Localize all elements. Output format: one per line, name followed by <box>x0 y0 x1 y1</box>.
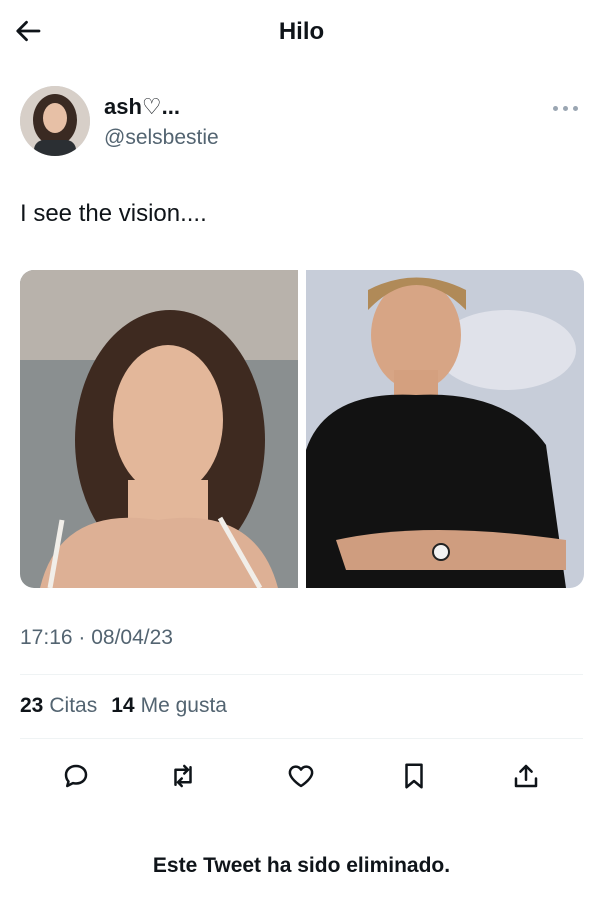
tweet-timestamp: 17:16 · 08/04/23 <box>20 626 173 649</box>
more-options-icon[interactable] <box>551 100 581 116</box>
quotes-count-value: 23 <box>20 694 44 717</box>
like-button[interactable] <box>281 756 321 796</box>
reply-button[interactable] <box>56 756 96 796</box>
tweet-media[interactable] <box>20 270 584 588</box>
tweet-actions <box>0 752 603 798</box>
quotes-count[interactable]: 23 Citas <box>20 694 97 718</box>
author-handle[interactable]: @selsbestie <box>104 126 219 150</box>
retweet-icon <box>174 764 192 788</box>
share-button[interactable] <box>506 756 546 796</box>
page-title: Hilo <box>278 18 325 45</box>
avatar[interactable] <box>20 86 90 156</box>
divider <box>20 738 583 739</box>
tweet-stats: 23 Citas 14 Me gusta <box>20 694 241 718</box>
bookmark-button[interactable] <box>394 756 434 796</box>
media-image-2[interactable] <box>306 270 584 588</box>
divider <box>20 674 583 675</box>
media-image-1[interactable] <box>20 270 298 588</box>
tweet-author: ash♡... @selsbestie <box>20 86 583 160</box>
author-display-name[interactable]: ash♡... <box>104 94 180 120</box>
reply-icon <box>64 764 88 788</box>
retweet-button[interactable] <box>163 756 203 796</box>
likes-count-label: Me gusta <box>140 694 227 717</box>
bookmark-icon <box>405 763 423 789</box>
tweet-text: I see the vision.... <box>20 200 207 227</box>
share-icon <box>514 764 538 788</box>
likes-count-value: 14 <box>111 694 135 717</box>
like-icon <box>288 765 314 788</box>
quotes-count-label: Citas <box>49 694 98 717</box>
likes-count[interactable]: 14 Me gusta <box>111 694 227 718</box>
top-bar: Hilo <box>0 0 603 64</box>
deleted-notice: Este Tweet ha sido eliminado. <box>152 854 451 877</box>
